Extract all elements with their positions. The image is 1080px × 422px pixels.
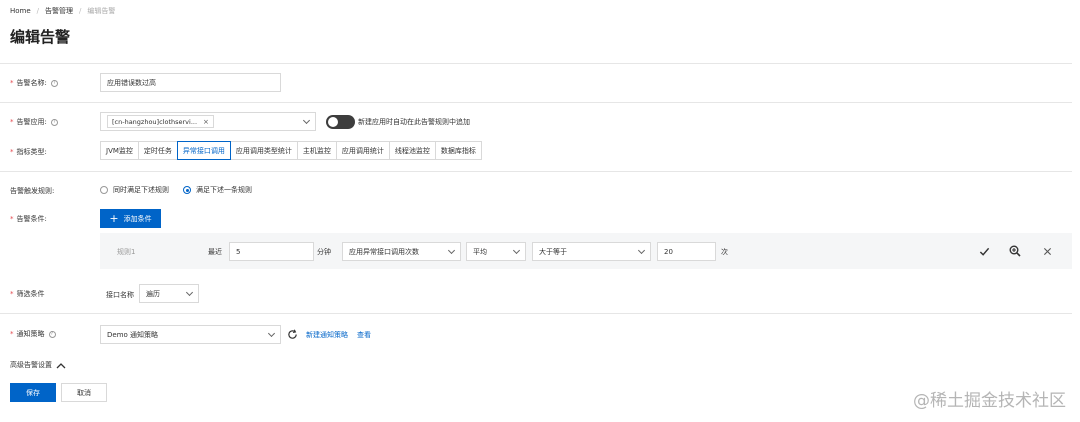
tab-host-monitor[interactable]: 主机监控 bbox=[296, 141, 337, 160]
breadcrumb-separator: / bbox=[36, 7, 40, 15]
app-tag: [cn-hangzhou]clothservi... × bbox=[107, 115, 214, 128]
trigger-rule-label: 告警触发规则: bbox=[10, 187, 55, 195]
metric-type-tabs: JVM监控 定时任务 异常接口调用 应用调用类型统计 主机监控 应用调用统计 线… bbox=[100, 141, 482, 160]
tab-thread-pool[interactable]: 线程池监控 bbox=[388, 141, 436, 160]
condition-label: * 告警条件: bbox=[10, 215, 47, 223]
breadcrumb-parent[interactable]: 告警管理 bbox=[45, 6, 73, 16]
check-icon[interactable] bbox=[977, 244, 991, 258]
tab-scheduled-task[interactable]: 定时任务 bbox=[137, 141, 178, 160]
radio-circle-selected bbox=[183, 186, 191, 194]
chevron-down-icon bbox=[512, 246, 521, 254]
notify-label: * 通知策略 ? bbox=[10, 329, 56, 339]
advanced-settings-toggle[interactable]: 高级告警设置 bbox=[10, 360, 66, 370]
tab-call-type-stats[interactable]: 应用调用类型统计 bbox=[229, 141, 298, 160]
breadcrumb-current: 编辑告警 bbox=[87, 7, 116, 15]
rule-name: 规则1 bbox=[117, 248, 136, 256]
aggregation-select[interactable]: 平均 bbox=[466, 242, 526, 261]
metric-select[interactable]: 应用异常接口调用次数 bbox=[342, 242, 461, 261]
filter-field-label: 接口名称 bbox=[106, 291, 134, 299]
watermark: @稀土掘金技术社区 bbox=[913, 391, 1066, 411]
add-condition-button[interactable]: + 添加条件 bbox=[100, 209, 161, 228]
alert-app-label: * 告警应用: ? bbox=[10, 117, 58, 127]
breadcrumb: Home / 告警管理 / 编辑告警 bbox=[10, 6, 115, 16]
tab-jvm[interactable]: JVM监控 bbox=[100, 141, 139, 160]
divider bbox=[0, 171, 1072, 172]
operator-select[interactable]: 大于等于 bbox=[532, 242, 651, 261]
alert-name-label: * 告警名称: ? bbox=[10, 78, 58, 88]
metric-type-label: * 指标类型: bbox=[10, 148, 47, 156]
auto-append-toggle[interactable] bbox=[326, 115, 355, 129]
divider bbox=[0, 63, 1072, 64]
refresh-icon[interactable] bbox=[285, 327, 299, 341]
radio-all-rules[interactable]: 同时满足下述规则 bbox=[100, 185, 169, 195]
tab-exception-api[interactable]: 异常接口调用 bbox=[176, 141, 231, 160]
alert-name-input[interactable]: 应用错误数过高 bbox=[100, 73, 281, 92]
help-icon[interactable]: ? bbox=[50, 79, 58, 87]
minutes-unit: 分钟 bbox=[317, 248, 331, 256]
chevron-down-icon bbox=[185, 288, 194, 296]
chevron-down-icon bbox=[302, 116, 311, 124]
help-icon[interactable]: ? bbox=[50, 118, 58, 126]
chevron-down-icon bbox=[267, 329, 276, 337]
notify-select[interactable]: Demo 通知策略 bbox=[100, 325, 281, 344]
close-icon[interactable] bbox=[1040, 244, 1054, 258]
filter-select[interactable]: 遍历 bbox=[139, 284, 199, 303]
alert-app-select[interactable]: [cn-hangzhou]clothservi... × bbox=[100, 112, 316, 131]
chevron-down-icon bbox=[637, 246, 646, 254]
chevron-up-icon bbox=[56, 362, 66, 368]
breadcrumb-home[interactable]: Home bbox=[10, 7, 31, 15]
cancel-button[interactable]: 取消 bbox=[61, 383, 107, 402]
plus-icon: + bbox=[109, 212, 119, 225]
zoom-in-icon[interactable] bbox=[1008, 244, 1022, 258]
chevron-down-icon bbox=[447, 246, 456, 254]
toggle-knob bbox=[328, 117, 338, 127]
radio-circle bbox=[100, 186, 108, 194]
tab-call-stats[interactable]: 应用调用统计 bbox=[335, 141, 390, 160]
filter-label: * 筛选条件 bbox=[10, 290, 45, 298]
threshold-input[interactable]: 20 bbox=[657, 242, 716, 261]
minutes-input[interactable]: 5 bbox=[229, 242, 314, 261]
help-icon[interactable]: ? bbox=[48, 330, 56, 338]
divider bbox=[0, 313, 1072, 314]
auto-append-label: 新建应用时自动在此告警规则中追加 bbox=[358, 118, 470, 126]
save-button[interactable]: 保存 bbox=[10, 383, 56, 402]
divider bbox=[0, 102, 1072, 103]
breadcrumb-separator: / bbox=[79, 7, 82, 15]
close-icon[interactable]: × bbox=[203, 118, 209, 126]
new-notify-link[interactable]: 新建通知策略 bbox=[306, 330, 348, 340]
tab-database-metrics[interactable]: 数据库指标 bbox=[434, 141, 482, 160]
view-notify-link[interactable]: 查看 bbox=[357, 330, 371, 340]
threshold-unit: 次 bbox=[721, 248, 728, 256]
radio-any-rule[interactable]: 满足下述一条规则 bbox=[183, 185, 252, 195]
page-title: 编辑告警 bbox=[10, 28, 71, 46]
recent-label: 最近 bbox=[208, 248, 222, 256]
